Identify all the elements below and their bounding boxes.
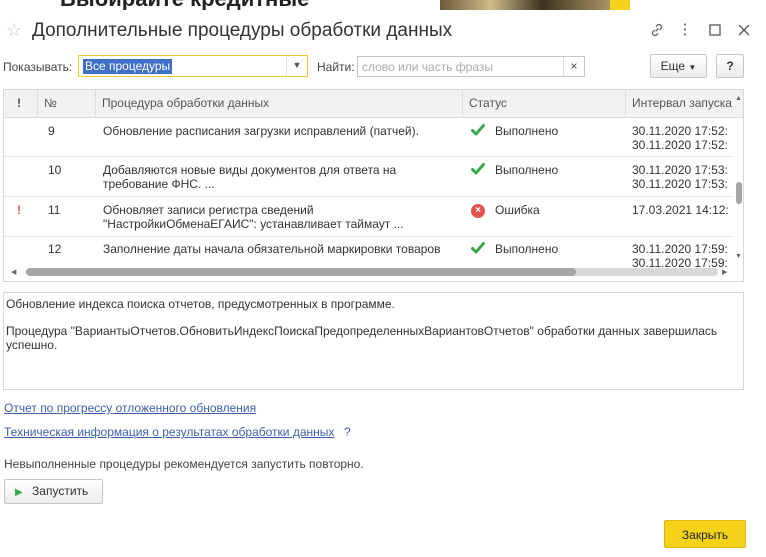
chevron-down-icon[interactable]: ▼ <box>286 56 307 76</box>
scroll-left-icon[interactable]: ◀ <box>11 268 16 276</box>
row-number: 11 <box>48 203 61 217</box>
background-banner: Выбирайте кредитные <box>0 0 766 10</box>
run-button[interactable]: ▶ Запустить <box>4 479 103 504</box>
vertical-scroll-thumb[interactable] <box>736 182 742 204</box>
scroll-up-icon[interactable]: ▲ <box>735 95 742 102</box>
banner-text: Выбирайте кредитные <box>60 0 309 10</box>
check-icon <box>471 241 485 258</box>
row-time-end: 30.11.2020 17:52: <box>632 138 728 152</box>
row-number: 10 <box>48 163 62 177</box>
row-time-start: 17.03.2021 14:12: <box>632 203 729 217</box>
banner-image <box>440 0 610 10</box>
favorite-star-icon[interactable]: ☆ <box>6 20 22 41</box>
row-number: 9 <box>48 124 55 138</box>
vertical-scrollbar[interactable]: ▲ ▼ <box>734 90 743 260</box>
more-actions-icon[interactable]: ⋮ <box>674 19 696 41</box>
row-time-start: 30.11.2020 17:52: <box>632 124 728 138</box>
check-icon <box>471 123 485 140</box>
error-icon: × <box>471 202 485 218</box>
window-title: Дополнительные процедуры обработки данны… <box>32 20 453 41</box>
details-panel: Обновление индекса поиска отчетов, преду… <box>3 292 744 390</box>
row-number: 12 <box>48 242 62 256</box>
details-text: Процедура "ВариантыОтчетов.ОбновитьИндек… <box>6 324 718 338</box>
maximize-icon[interactable] <box>704 19 726 41</box>
tech-info-help-icon[interactable]: ? <box>344 425 351 439</box>
column-procedure[interactable]: Процедура обработки данных <box>96 90 463 117</box>
dropdown-arrow-icon: ▼ <box>688 63 697 72</box>
rerun-hint: Невыполненные процедуры рекомендуется за… <box>4 457 364 471</box>
play-icon: ▶ <box>15 487 23 498</box>
help-button[interactable]: ? <box>716 54 744 78</box>
banner-accent <box>610 0 630 10</box>
table-header: ! № Процедура обработки данных Статус Ин… <box>4 90 743 118</box>
row-status: Ошибка <box>495 203 540 217</box>
scroll-down-icon[interactable]: ▼ <box>735 253 742 260</box>
row-procedure-name: Заполнение даты начала обязательной марк… <box>103 242 441 256</box>
row-time-start: 30.11.2020 17:53: <box>632 163 728 177</box>
check-icon <box>471 162 485 179</box>
row-status: Выполнено <box>495 124 559 138</box>
table-row[interactable]: 9 Обновление расписания загрузки исправл… <box>4 118 733 157</box>
error-flag-icon: ! <box>17 203 21 217</box>
progress-report-link[interactable]: Отчет по прогрессу отложенного обновлени… <box>4 401 256 415</box>
row-time-end: 30.11.2020 17:53: <box>632 177 728 191</box>
scroll-right-icon[interactable]: ▶ <box>722 268 727 276</box>
details-summary: Обновление индекса поиска отчетов, преду… <box>6 297 395 311</box>
procedures-table: ! № Процедура обработки данных Статус Ин… <box>3 89 744 282</box>
search-placeholder: слово или часть фразы <box>362 60 494 74</box>
show-label: Показывать: <box>3 60 73 74</box>
table-row[interactable]: ! 11 Обновляет записи регистра сведений … <box>4 197 733 237</box>
row-procedure-name: Обновляет записи регистра сведений <box>103 203 314 217</box>
row-procedure-name-cont: "НастройкиОбменаЕГАИС": устанавливает та… <box>103 217 404 231</box>
show-filter-value: Все процедуры <box>83 59 173 74</box>
close-window-icon[interactable] <box>733 19 755 41</box>
row-procedure-name: Обновление расписания загрузки исправлен… <box>103 124 419 138</box>
column-flag[interactable]: ! <box>4 90 38 117</box>
tech-info-link[interactable]: Техническая информация о результатах обр… <box>4 425 334 439</box>
table-row[interactable]: 10 Добавляются новые виды документов для… <box>4 157 733 197</box>
clear-search-icon[interactable]: × <box>563 57 584 76</box>
show-filter-select[interactable]: Все процедуры ▼ <box>78 55 308 77</box>
column-status[interactable]: Статус <box>463 90 626 117</box>
row-time-start: 30.11.2020 17:59: <box>632 242 728 256</box>
run-button-label: Запустить <box>32 484 89 498</box>
close-button[interactable]: Закрыть <box>664 520 746 548</box>
column-number[interactable]: № <box>38 90 96 117</box>
more-button-label: Еще <box>660 59 686 73</box>
find-label: Найти: <box>317 60 355 74</box>
search-input[interactable]: слово или часть фразы × <box>357 56 585 77</box>
details-text-cont: успешно. <box>6 338 58 352</box>
horizontal-scrollbar[interactable] <box>26 268 718 276</box>
row-status: Выполнено <box>495 163 559 177</box>
column-interval[interactable]: Интервал запуска <box>626 90 734 117</box>
row-procedure-name: Добавляются новые виды документов для от… <box>103 163 397 177</box>
link-icon[interactable] <box>646 19 668 41</box>
row-procedure-name-cont: требование ФНС. ... <box>103 177 215 191</box>
more-button[interactable]: Еще ▼ <box>650 54 707 78</box>
row-status: Выполнено <box>495 242 559 256</box>
horizontal-scroll-thumb[interactable] <box>26 268 576 276</box>
